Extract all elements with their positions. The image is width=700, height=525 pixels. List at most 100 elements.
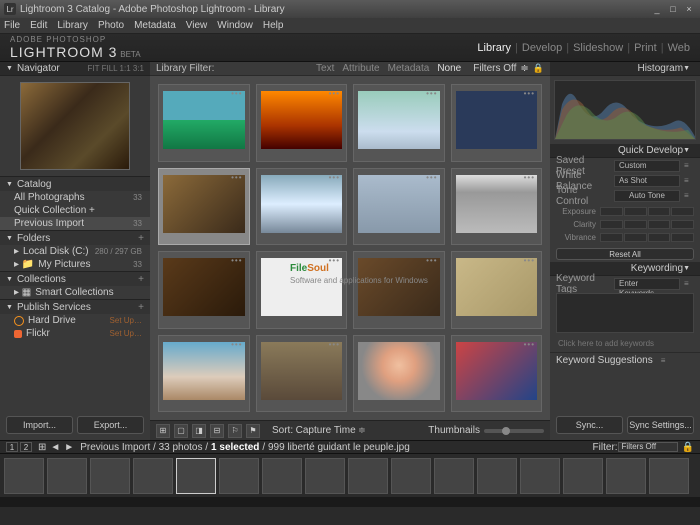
grid-cell[interactable]: •••: [158, 335, 250, 413]
folder-item[interactable]: ▸ 📁My Pictures33: [0, 258, 150, 271]
qd-slider-vibrance[interactable]: Vibrance: [556, 231, 694, 244]
filters-off[interactable]: Filters Off: [473, 63, 516, 74]
module-develop[interactable]: Develop: [522, 42, 562, 54]
menu-view[interactable]: View: [186, 20, 208, 31]
filmstrip-thumb[interactable]: [606, 458, 646, 494]
histogram-header[interactable]: Histogram ▼: [550, 62, 700, 76]
filter-tab-metadata[interactable]: Metadata: [388, 63, 430, 74]
sort-select[interactable]: Capture Time: [296, 425, 356, 436]
filmstrip-thumb[interactable]: [47, 458, 87, 494]
main-window-button[interactable]: 1: [6, 442, 18, 452]
filter-tab-text[interactable]: Text: [316, 63, 334, 74]
folders-header[interactable]: ▼Folders+: [0, 231, 150, 245]
module-web[interactable]: Web: [668, 42, 690, 54]
filmstrip-thumb[interactable]: [348, 458, 388, 494]
grid-cell[interactable]: •••: [256, 84, 348, 162]
filmstrip-thumb[interactable]: [434, 458, 474, 494]
filmstrip-thumb[interactable]: [649, 458, 689, 494]
nav-fwd-icon[interactable]: ►: [64, 442, 74, 453]
catalog-header[interactable]: ▼Catalog: [0, 177, 150, 191]
menu-metadata[interactable]: Metadata: [134, 20, 176, 31]
collection-item[interactable]: ▸ ▦Smart Collections: [0, 286, 150, 299]
grid-view-button[interactable]: ⊞: [156, 424, 170, 438]
add-keywords-hint[interactable]: Click here to add keywords: [550, 335, 700, 352]
loupe-view-button[interactable]: ▢: [174, 424, 188, 438]
filmstrip-thumb[interactable]: [90, 458, 130, 494]
navigator-header[interactable]: ▼Navigator FIT FILL 1:1 3:1: [0, 62, 150, 76]
menu-library[interactable]: Library: [57, 20, 88, 31]
grid-cell[interactable]: •••: [158, 84, 250, 162]
grid-cell[interactable]: •••: [451, 84, 543, 162]
module-slideshow[interactable]: Slideshow: [573, 42, 623, 54]
keyword-input-area[interactable]: [556, 293, 694, 333]
menu-window[interactable]: Window: [217, 20, 253, 31]
publish-flickr[interactable]: FlickrSet Up…: [0, 327, 150, 340]
publish-header[interactable]: ▼Publish Services+: [0, 300, 150, 314]
grid-cell[interactable]: •••: [158, 168, 250, 246]
thumbnail-size-slider[interactable]: [484, 429, 544, 433]
nav-back-icon[interactable]: ◄: [50, 442, 60, 453]
filmstrip-thumb[interactable]: [391, 458, 431, 494]
filmstrip-thumb[interactable]: [133, 458, 173, 494]
close-button[interactable]: ×: [682, 3, 696, 15]
wb-select[interactable]: As Shot: [614, 175, 680, 187]
maximize-button[interactable]: □: [666, 3, 680, 15]
lock-icon[interactable]: 🔒: [533, 63, 544, 74]
grid-cell[interactable]: •••: [451, 251, 543, 329]
filmstrip-thumb[interactable]: [262, 458, 302, 494]
filter-tab-none[interactable]: None: [437, 63, 461, 74]
catalog-item[interactable]: Quick Collection +: [0, 204, 150, 217]
grid-cell[interactable]: •••: [353, 84, 445, 162]
disk-item[interactable]: ▸Local Disk (C:)280 / 297 GB: [0, 245, 150, 258]
grid-toggle-icon[interactable]: ⊞: [38, 442, 46, 453]
second-window-button[interactable]: 2: [20, 442, 32, 452]
grid-cell[interactable]: •••: [353, 335, 445, 413]
filmstrip-thumb[interactable]: [4, 458, 44, 494]
collections-header[interactable]: ▼Collections+: [0, 272, 150, 286]
filter-lock-icon[interactable]: 🔒: [682, 442, 694, 453]
filter-tab-attribute[interactable]: Attribute: [342, 63, 379, 74]
export-button[interactable]: Export...: [77, 416, 144, 434]
filmstrip-thumb[interactable]: [520, 458, 560, 494]
module-library[interactable]: Library: [477, 42, 511, 54]
grid-cell[interactable]: •••: [353, 168, 445, 246]
grid-cell[interactable]: •••: [353, 251, 445, 329]
publish-harddrive[interactable]: Hard DriveSet Up…: [0, 314, 150, 327]
menu-bar: File Edit Library Photo Metadata View Window He…: [0, 18, 700, 34]
keyword-tags-select[interactable]: Enter Keywords: [614, 278, 680, 290]
navigator-preview[interactable]: [0, 76, 150, 176]
reset-all-button[interactable]: Reset All: [556, 248, 694, 260]
module-print[interactable]: Print: [634, 42, 657, 54]
filmstrip-thumb[interactable]: [176, 458, 216, 494]
minimize-button[interactable]: _: [650, 3, 664, 15]
qd-slider-clarity[interactable]: Clarity: [556, 218, 694, 231]
window-title: Lightroom 3 Catalog - Adobe Photoshop Li…: [20, 4, 285, 15]
filmstrip-thumb[interactable]: [305, 458, 345, 494]
grid-cell[interactable]: •••: [256, 335, 348, 413]
grid-cell[interactable]: •••: [158, 251, 250, 329]
menu-file[interactable]: File: [4, 20, 20, 31]
grid-cell[interactable]: •••: [256, 251, 348, 329]
filmstrip-thumb[interactable]: [219, 458, 259, 494]
filmstrip-thumb[interactable]: [477, 458, 517, 494]
import-button[interactable]: Import...: [6, 416, 73, 434]
catalog-item[interactable]: Previous Import33: [0, 217, 150, 230]
menu-edit[interactable]: Edit: [30, 20, 47, 31]
grid-cell[interactable]: •••: [451, 168, 543, 246]
grid-cell[interactable]: •••: [451, 335, 543, 413]
sync-settings-button[interactable]: Sync Settings...: [627, 416, 694, 434]
grid-cell[interactable]: •••: [256, 168, 348, 246]
sync-button[interactable]: Sync...: [556, 416, 623, 434]
qd-slider-exposure[interactable]: Exposure: [556, 205, 694, 218]
catalog-item[interactable]: All Photographs33: [0, 191, 150, 204]
compare-view-button[interactable]: ◨: [192, 424, 206, 438]
survey-view-button[interactable]: ⊟: [210, 424, 224, 438]
flag-pick-button[interactable]: ⚐: [228, 424, 242, 438]
menu-help[interactable]: Help: [263, 20, 284, 31]
menu-photo[interactable]: Photo: [98, 20, 124, 31]
filter-preset-select[interactable]: Filters Off: [618, 442, 678, 452]
preset-select[interactable]: Custom: [614, 160, 680, 172]
filmstrip-thumb[interactable]: [563, 458, 603, 494]
flag-reject-button[interactable]: ⚑: [246, 424, 260, 438]
autotone-button[interactable]: Auto Tone: [614, 190, 680, 202]
